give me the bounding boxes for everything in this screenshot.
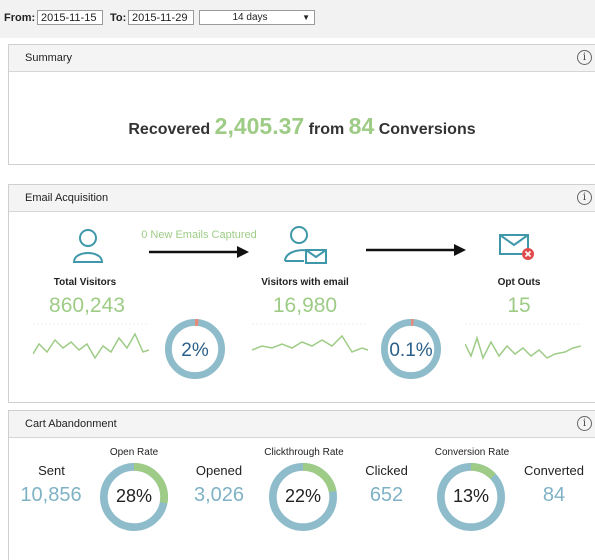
from-date-input[interactable]: 2015-11-15	[37, 10, 103, 25]
to-date-input[interactable]: 2015-11-29	[128, 10, 194, 25]
person-icon	[72, 229, 104, 263]
from-label: From:	[4, 12, 36, 24]
opened-value: 3,026	[193, 484, 245, 506]
converted-value: 84	[542, 484, 566, 506]
total-visitors-sparkline	[33, 323, 149, 360]
total-visitors-label: Total Visitors	[53, 277, 117, 288]
clickthrough-value: 22%	[284, 486, 322, 506]
recovered-value: 2,405.37	[214, 113, 305, 139]
opt-outs-label: Opt Outs	[497, 277, 541, 288]
cart-abandonment-title: Cart Abandonment	[25, 418, 117, 430]
summary-panel: Summary i Recovered 2,405.37 from 84 Con…	[8, 44, 595, 165]
email-acquisition-panel: Email Acquisition i 0 New Emails Capture…	[8, 184, 595, 403]
sent-value: 10,856	[20, 484, 82, 506]
visitors-email-value: 16,980	[272, 294, 338, 317]
range-select-value: 14 days	[232, 12, 268, 23]
visitors-email-sparkline	[252, 323, 368, 353]
range-select[interactable]: 14 days ▼	[199, 10, 315, 25]
recovered-label: Recovered	[128, 121, 211, 138]
info-icon[interactable]: i	[577, 416, 592, 431]
conversion-rate-value: 13%	[452, 486, 490, 506]
capture-rate-value: 2%	[181, 340, 209, 361]
to-label: To:	[110, 12, 127, 24]
opt-out-rate-value: 0.1%	[389, 340, 433, 361]
clicked-label: Clicked	[365, 463, 408, 478]
clicked-value: 652	[369, 484, 404, 506]
open-rate-value: 28%	[115, 486, 153, 506]
info-icon[interactable]: i	[577, 190, 592, 205]
from-word: from	[308, 121, 345, 138]
arrow-right-icon	[366, 244, 466, 256]
info-icon[interactable]: i	[577, 50, 592, 65]
visitors-email-label: Visitors with email	[261, 277, 349, 288]
open-rate-label: Open Rate	[109, 447, 159, 458]
cart-abandonment-header: Cart Abandonment i	[9, 411, 595, 438]
conversions-count: 84	[348, 113, 375, 139]
conversion-rate-label: Conversion Rate	[434, 447, 510, 458]
chevron-down-icon: ▼	[302, 13, 310, 22]
arrow-right-icon	[149, 246, 249, 258]
email-acquisition-header: Email Acquisition i	[9, 185, 595, 212]
opt-outs-sparkline	[465, 323, 581, 361]
summary-header: Summary i	[9, 45, 595, 72]
total-visitors-value: 860,243	[49, 294, 125, 317]
email-acquisition-title: Email Acquisition	[25, 192, 109, 204]
conversions-label: Conversions	[378, 121, 476, 138]
person-email-icon	[284, 226, 327, 264]
opened-label: Opened	[195, 463, 243, 478]
date-filter-bar: From: 2015-11-15 To: 2015-11-29 14 days …	[0, 0, 595, 38]
recovered-summary: Recovered 2,405.37 from 84 Conversions	[9, 113, 595, 140]
summary-title: Summary	[25, 52, 73, 64]
opt-outs-value: 15	[507, 294, 531, 317]
cart-abandonment-panel: Cart Abandonment i Sent 10,856 Open Rate…	[8, 410, 595, 560]
converted-label: Converted	[524, 463, 584, 478]
sent-label: Sent	[38, 463, 65, 478]
emails-captured-text: 0 New Emails Captured	[141, 229, 257, 241]
opt-out-email-icon	[499, 234, 534, 260]
clickthrough-label: Clickthrough Rate	[264, 447, 344, 458]
